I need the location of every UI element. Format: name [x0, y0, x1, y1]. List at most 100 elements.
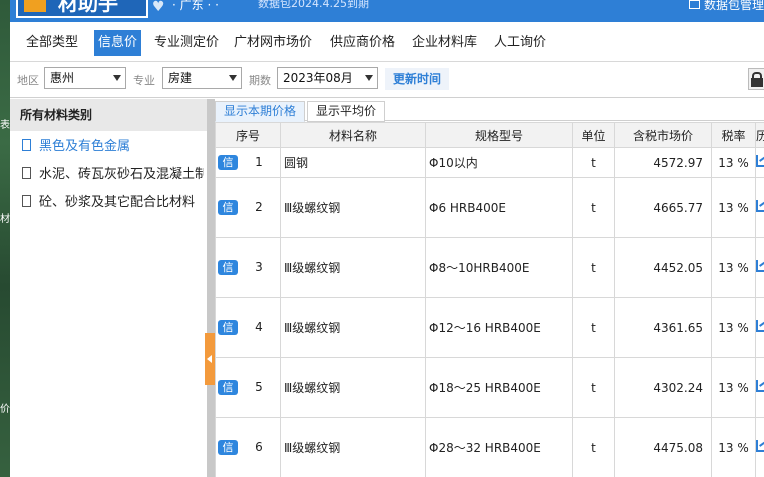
history-chart-icon[interactable]: [756, 260, 764, 272]
major-select[interactable]: 房建: [162, 67, 242, 89]
material-name: Ⅲ级螺纹钢: [280, 177, 426, 238]
category-item-ferrous-metals[interactable]: 黑色及有色金属: [22, 135, 204, 159]
table-row[interactable]: 信6 Ⅲ级螺纹钢 Φ28～32 HRB400E t 4475.08 13 %: [215, 417, 764, 477]
material-price: 4452.05: [614, 237, 712, 298]
row-no-cell: 信6: [215, 417, 281, 477]
row-no-cell: 信4: [215, 297, 281, 358]
tab-professional-price[interactable]: 专业测定价: [150, 30, 223, 56]
row-no: 1: [255, 155, 263, 169]
category-item-cement-bricks[interactable]: 水泥、砖瓦灰砂石及混凝土制品: [22, 163, 204, 187]
material-tax: 13 %: [711, 417, 756, 477]
tab-enterprise-library[interactable]: 企业材料库: [408, 30, 481, 56]
row-no: 3: [255, 260, 263, 274]
category-item-concrete-mortar[interactable]: 砼、砂浆及其它配合比材料: [22, 191, 204, 215]
material-name: Ⅲ级螺纹钢: [280, 357, 426, 418]
history-chart-icon[interactable]: [756, 380, 764, 392]
history-cell[interactable]: [755, 357, 764, 418]
info-badge: 信: [218, 320, 238, 335]
tab-all-types[interactable]: 全部类型: [22, 30, 82, 56]
panel-splitter[interactable]: [207, 99, 215, 477]
material-name: Ⅲ级螺纹钢: [280, 297, 426, 358]
history-cell[interactable]: [755, 147, 764, 178]
column-header-tax[interactable]: 税率: [711, 122, 756, 148]
period-label: 期数: [249, 74, 271, 87]
material-price: 4572.97: [614, 147, 712, 178]
history-cell[interactable]: [755, 417, 764, 477]
material-unit: t: [572, 357, 615, 418]
material-unit: t: [572, 147, 615, 178]
material-name: Ⅲ级螺纹钢: [280, 237, 426, 298]
material-unit: t: [572, 177, 615, 238]
material-spec: Φ6 HRB400E: [425, 177, 573, 238]
history-chart-icon[interactable]: [756, 320, 764, 332]
collapse-panel-button[interactable]: [205, 333, 215, 385]
document-icon: [22, 195, 31, 207]
major-label: 专业: [133, 74, 155, 87]
history-cell[interactable]: [755, 237, 764, 298]
row-no: 5: [255, 380, 263, 394]
column-header-unit[interactable]: 单位: [572, 122, 615, 148]
package-manage-label: 数据包管理: [703, 0, 764, 12]
category-item-label: 砼、砂浆及其它配合比材料: [39, 195, 196, 210]
favorite-heart-icon[interactable]: ♥: [152, 0, 165, 14]
material-unit: t: [572, 237, 615, 298]
column-header-no[interactable]: 序号: [215, 122, 281, 148]
material-spec: Φ12～16 HRB400E: [425, 297, 573, 358]
row-no: 6: [255, 440, 263, 454]
material-unit: t: [572, 417, 615, 477]
desktop-label: 材: [0, 214, 10, 225]
period-select[interactable]: 2023年08月: [277, 67, 378, 89]
material-tax: 13 %: [711, 297, 756, 358]
price-view-tabs: 显示本期价格 显示平均价: [215, 99, 764, 122]
material-name: 圆钢: [280, 147, 426, 178]
row-no-cell: 信1: [215, 147, 281, 178]
table-row[interactable]: 信2 Ⅲ级螺纹钢 Φ6 HRB400E t 4665.77 13 %: [215, 177, 764, 238]
material-unit: t: [572, 297, 615, 358]
row-no-cell: 信3: [215, 237, 281, 298]
region-label: 地区: [17, 74, 39, 87]
update-time-button[interactable]: 更新时间: [385, 68, 450, 90]
material-tax: 13 %: [711, 237, 756, 298]
material-price: 4665.77: [614, 177, 712, 238]
column-header-name[interactable]: 材料名称: [280, 122, 426, 148]
desktop-label: 价: [0, 404, 10, 415]
tab-current-price[interactable]: 显示本期价格: [215, 101, 306, 122]
chevron-down-icon: [229, 75, 237, 81]
column-header-price[interactable]: 含税市场价: [614, 122, 712, 148]
tab-info-price[interactable]: 信息价: [94, 30, 142, 56]
history-cell[interactable]: [755, 297, 764, 358]
period-select-value: 2023年08月: [283, 71, 353, 85]
filter-bar: 地区 惠州 专业 房建 期数 2023年08月 更新时间: [10, 62, 764, 98]
package-manage-button[interactable]: 数据包管理: [688, 0, 764, 12]
column-header-history[interactable]: 历史: [755, 122, 764, 148]
title-bar: 材助手 ♥ · 广东 · · 数据包2024.4.25到期 数据包管理: [10, 0, 764, 22]
table-row[interactable]: 信4 Ⅲ级螺纹钢 Φ12～16 HRB400E t 4361.65 13 %: [215, 297, 764, 358]
column-header-spec[interactable]: 规格型号: [425, 122, 573, 148]
document-icon: [22, 167, 31, 179]
info-badge: 信: [218, 200, 238, 215]
material-tax: 13 %: [711, 147, 756, 178]
material-tax: 13 %: [711, 357, 756, 418]
region-indicator: · 广东 · ·: [172, 0, 219, 12]
tab-market-price[interactable]: 广材网市场价: [230, 30, 316, 56]
logo-mark-icon: [24, 0, 46, 12]
table-row[interactable]: 信5 Ⅲ级螺纹钢 Φ18～25 HRB400E t 4302.24 13 %: [215, 357, 764, 418]
material-tax: 13 %: [711, 177, 756, 238]
category-item-label: 水泥、砖瓦灰砂石及混凝土制品: [39, 167, 204, 182]
region-select[interactable]: 惠州: [44, 67, 126, 89]
lock-icon[interactable]: [748, 68, 764, 90]
history-chart-icon[interactable]: [756, 155, 764, 167]
history-chart-icon[interactable]: [756, 200, 764, 212]
tab-supplier-price[interactable]: 供应商价格: [326, 30, 399, 56]
price-table: 序号 材料名称 规格型号 单位 含税市场价 税率 历史 信1 圆钢 Φ10以内 …: [215, 122, 764, 477]
table-row[interactable]: 信3 Ⅲ级螺纹钢 Φ8～10HRB400E t 4452.05 13 %: [215, 237, 764, 298]
tab-average-price[interactable]: 显示平均价: [307, 101, 386, 122]
category-panel-title: 所有材料类别: [10, 99, 207, 131]
history-cell[interactable]: [755, 177, 764, 238]
history-chart-icon[interactable]: [756, 440, 764, 452]
price-content: 显示本期价格 显示平均价 序号 材料名称 规格型号 单位 含税市场价 税率 历史: [215, 99, 764, 477]
app-window: 材助手 ♥ · 广东 · · 数据包2024.4.25到期 数据包管理 全部类型…: [10, 0, 764, 477]
tab-manual-inquiry[interactable]: 人工询价: [490, 30, 550, 56]
app-logo: 材助手: [16, 0, 148, 18]
table-row[interactable]: 信1 圆钢 Φ10以内 t 4572.97 13 %: [215, 147, 764, 178]
